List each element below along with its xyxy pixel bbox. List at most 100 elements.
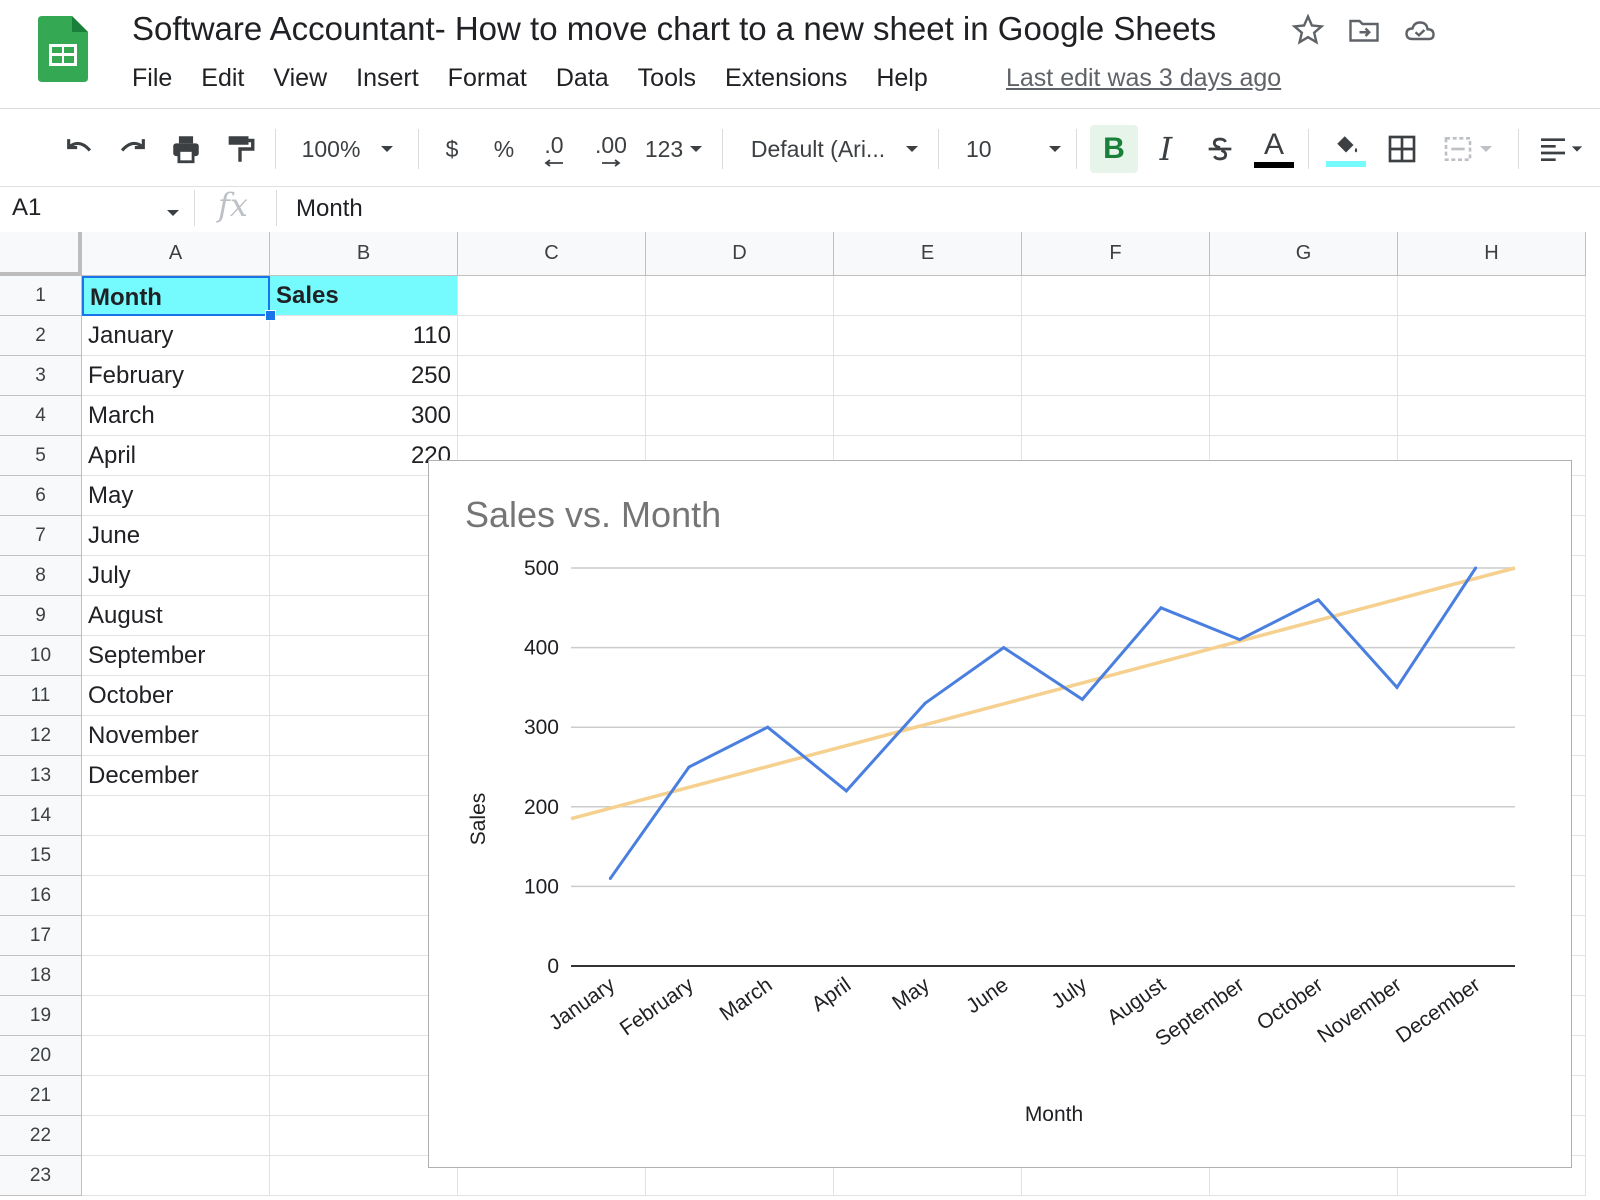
cell-a10[interactable]: September xyxy=(82,636,270,676)
menu-data[interactable]: Data xyxy=(556,64,609,93)
embedded-chart[interactable]: Sales vs. Month Sales Month 0 100 200 300 40… xyxy=(428,460,1572,1168)
row-header-5[interactable]: 5 xyxy=(0,436,82,476)
cell-a7[interactable]: June xyxy=(82,516,270,556)
cell-h4[interactable] xyxy=(1398,396,1586,436)
row-header-2[interactable]: 2 xyxy=(0,316,82,356)
cell-a14[interactable] xyxy=(82,796,270,836)
cell-a5[interactable]: April xyxy=(82,436,270,476)
cell-g2[interactable] xyxy=(1210,316,1398,356)
menu-view[interactable]: View xyxy=(273,64,327,93)
increase-decimal-button[interactable]: .00 xyxy=(586,115,636,183)
name-box[interactable]: A1 xyxy=(12,194,41,222)
bold-button[interactable]: B xyxy=(1090,125,1138,173)
cell-a18[interactable] xyxy=(82,956,270,996)
row-header-15[interactable]: 15 xyxy=(0,836,82,876)
column-header-b[interactable]: B xyxy=(270,232,458,276)
cell-f4[interactable] xyxy=(1022,396,1210,436)
column-header-a[interactable]: A xyxy=(82,232,270,276)
cell-a8[interactable]: July xyxy=(82,556,270,596)
last-edit-link[interactable]: Last edit was 3 days ago xyxy=(1006,64,1281,93)
cell-g1[interactable] xyxy=(1210,276,1398,316)
row-header-23[interactable]: 23 xyxy=(0,1156,82,1196)
cell-a17[interactable] xyxy=(82,916,270,956)
move-folder-icon[interactable] xyxy=(1346,12,1382,48)
select-all-corner[interactable] xyxy=(0,232,82,276)
cell-b2[interactable]: 110 xyxy=(270,316,458,356)
merge-cells-button[interactable] xyxy=(1434,115,1500,183)
cell-a20[interactable] xyxy=(82,1036,270,1076)
currency-format-button[interactable]: $ xyxy=(432,115,472,183)
cell-a6[interactable]: May xyxy=(82,476,270,516)
cell-c4[interactable] xyxy=(458,396,646,436)
row-header-20[interactable]: 20 xyxy=(0,1036,82,1076)
cell-e2[interactable] xyxy=(834,316,1022,356)
cell-a19[interactable] xyxy=(82,996,270,1036)
menu-extensions[interactable]: Extensions xyxy=(725,64,847,93)
zoom-select[interactable]: 100% xyxy=(292,115,404,183)
row-header-3[interactable]: 3 xyxy=(0,356,82,396)
font-size-select[interactable]: 10 xyxy=(954,115,1064,183)
fill-handle[interactable] xyxy=(265,310,276,321)
row-header-6[interactable]: 6 xyxy=(0,476,82,516)
cell-a15[interactable] xyxy=(82,836,270,876)
cell-b1[interactable]: Sales xyxy=(270,276,458,316)
cell-d1[interactable] xyxy=(646,276,834,316)
cell-f3[interactable] xyxy=(1022,356,1210,396)
cell-a9[interactable]: August xyxy=(82,596,270,636)
column-header-e[interactable]: E xyxy=(834,232,1022,276)
column-header-c[interactable]: C xyxy=(458,232,646,276)
cell-a12[interactable]: November xyxy=(82,716,270,756)
cell-h3[interactable] xyxy=(1398,356,1586,396)
paint-format-icon[interactable] xyxy=(218,115,262,183)
menu-insert[interactable]: Insert xyxy=(356,64,419,93)
row-header-4[interactable]: 4 xyxy=(0,396,82,436)
row-header-17[interactable]: 17 xyxy=(0,916,82,956)
cell-c3[interactable] xyxy=(458,356,646,396)
row-header-21[interactable]: 21 xyxy=(0,1076,82,1116)
row-header-8[interactable]: 8 xyxy=(0,556,82,596)
column-header-h[interactable]: H xyxy=(1398,232,1586,276)
cell-a1[interactable]: Month xyxy=(82,276,270,316)
more-formats-button[interactable]: 123 xyxy=(640,115,708,183)
cell-a22[interactable] xyxy=(82,1116,270,1156)
cell-b3[interactable]: 250 xyxy=(270,356,458,396)
menu-edit[interactable]: Edit xyxy=(201,64,244,93)
row-header-10[interactable]: 10 xyxy=(0,636,82,676)
percent-format-button[interactable]: % xyxy=(484,115,524,183)
menu-tools[interactable]: Tools xyxy=(638,64,696,93)
row-header-18[interactable]: 18 xyxy=(0,956,82,996)
sheets-logo-icon[interactable] xyxy=(38,16,88,82)
cell-a11[interactable]: October xyxy=(82,676,270,716)
document-title[interactable]: Software Accountant- How to move chart t… xyxy=(132,10,1216,48)
row-header-1[interactable]: 1 xyxy=(0,276,82,316)
strikethrough-icon[interactable] xyxy=(1198,115,1242,183)
name-box-dropdown-icon[interactable] xyxy=(166,208,180,218)
undo-icon[interactable] xyxy=(58,115,102,183)
cell-d2[interactable] xyxy=(646,316,834,356)
cell-a2[interactable]: January xyxy=(82,316,270,356)
row-header-11[interactable]: 11 xyxy=(0,676,82,716)
horizontal-align-button[interactable] xyxy=(1530,115,1590,183)
column-header-f[interactable]: F xyxy=(1022,232,1210,276)
cell-d4[interactable] xyxy=(646,396,834,436)
cell-g4[interactable] xyxy=(1210,396,1398,436)
row-header-22[interactable]: 22 xyxy=(0,1116,82,1156)
cell-b4[interactable]: 300 xyxy=(270,396,458,436)
cell-a16[interactable] xyxy=(82,876,270,916)
redo-icon[interactable] xyxy=(110,115,154,183)
row-header-9[interactable]: 9 xyxy=(0,596,82,636)
font-select[interactable]: Default (Ari... xyxy=(740,115,930,183)
borders-icon[interactable] xyxy=(1380,115,1424,183)
column-header-g[interactable]: G xyxy=(1210,232,1398,276)
cell-g3[interactable] xyxy=(1210,356,1398,396)
print-icon[interactable] xyxy=(164,115,208,183)
cell-a4[interactable]: March xyxy=(82,396,270,436)
column-header-d[interactable]: D xyxy=(646,232,834,276)
cell-f2[interactable] xyxy=(1022,316,1210,356)
cell-a3[interactable]: February xyxy=(82,356,270,396)
row-header-13[interactable]: 13 xyxy=(0,756,82,796)
cell-e3[interactable] xyxy=(834,356,1022,396)
text-color-button[interactable]: A xyxy=(1252,115,1296,183)
row-header-14[interactable]: 14 xyxy=(0,796,82,836)
cell-e1[interactable] xyxy=(834,276,1022,316)
